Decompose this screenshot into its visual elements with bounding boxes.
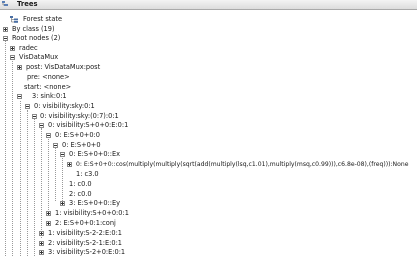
tree-item-label: By class (19): [12, 25, 55, 33]
tree-item-label: 1: visibility:S-2-2:E:0:1: [48, 229, 122, 237]
tree-item-label: 2: visibility:S-2-1:E:0:1: [48, 239, 122, 247]
panel-title: Trees: [17, 0, 38, 8]
tree-item-label: pre: <none>: [27, 73, 70, 81]
tree-item-label: 0: E:S+0+0:0: [55, 131, 100, 139]
tree-item-label: 0: E:S+0+0: [62, 141, 101, 149]
collapse-toggle[interactable]: [10, 55, 15, 60]
tree-item-label: 3: sink:0:1: [32, 92, 67, 100]
tree-item-label: 2: c0.0: [69, 190, 92, 198]
collapse-toggle[interactable]: [53, 143, 58, 148]
tree-connector: [41, 128, 42, 238]
tree-item-label: 2: E:S+0+0:1:conj: [55, 219, 116, 227]
tree-item-label: 0: E:S+0+0::Ex: [69, 150, 121, 158]
forest-icon: [10, 16, 18, 23]
tree-connector: [62, 155, 63, 201]
tree-panel-icon: [2, 1, 8, 6]
tree-item-label: 0: visibility:sky:(0:7):0:1: [40, 112, 119, 120]
tree-item-label: start: <none>: [24, 83, 72, 91]
expand-toggle[interactable]: [17, 65, 22, 70]
tree-connector: [27, 110, 28, 256]
collapse-toggle[interactable]: [46, 133, 51, 138]
expand-toggle[interactable]: [46, 221, 51, 226]
expand-toggle[interactable]: [39, 231, 44, 236]
collapse-toggle[interactable]: [32, 114, 37, 119]
collapse-toggle[interactable]: [39, 123, 44, 128]
tree-connector: [48, 137, 49, 210]
tree-item-label: VisDataMux: [19, 53, 59, 61]
tree-item-label: 1: c0.0: [69, 180, 92, 188]
tree-item-label: 1: visibility:S+0+0:0:1: [55, 209, 129, 217]
tree-item-label: Forest state: [23, 15, 63, 23]
collapse-toggle[interactable]: [17, 94, 22, 99]
trees-panel-header: Trees: [0, 0, 417, 10]
collapse-toggle[interactable]: [60, 152, 65, 157]
tree-item-label: 0: visibility:S+0+0:E:0:1: [48, 121, 129, 129]
tree-item-label: 0: E:S+0+0::cos(multiply(multiply(sqrt(a…: [76, 161, 409, 168]
tree-connector: [20, 101, 21, 256]
tree-item-label: radec: [19, 44, 38, 52]
tree-view[interactable]: Forest state By class (19) Root nodes (2…: [0, 10, 417, 256]
collapse-toggle[interactable]: [25, 104, 30, 109]
expand-toggle[interactable]: [39, 241, 44, 246]
tree-connector: [55, 146, 56, 201]
tree-item-label: 0: visibility:sky:0:1: [34, 102, 95, 110]
collapse-toggle[interactable]: [3, 36, 8, 41]
tree-item-label: Root nodes (2): [12, 34, 61, 42]
tree-connector: [12, 56, 13, 256]
tree-item-label: 3: E:S+0+0::Ey: [69, 199, 121, 207]
tree-item-label: 1: c3.0: [76, 170, 99, 178]
expand-toggle[interactable]: [60, 201, 65, 206]
expand-toggle[interactable]: [39, 250, 44, 255]
tree-item-label: post: VisDataMux:post: [26, 63, 101, 71]
expand-toggle[interactable]: [46, 211, 51, 216]
tree-connector: [5, 38, 6, 256]
expand-toggle[interactable]: [67, 162, 72, 167]
expand-toggle[interactable]: [3, 27, 8, 32]
tree-connector: [34, 119, 35, 256]
expand-toggle[interactable]: [10, 46, 15, 51]
